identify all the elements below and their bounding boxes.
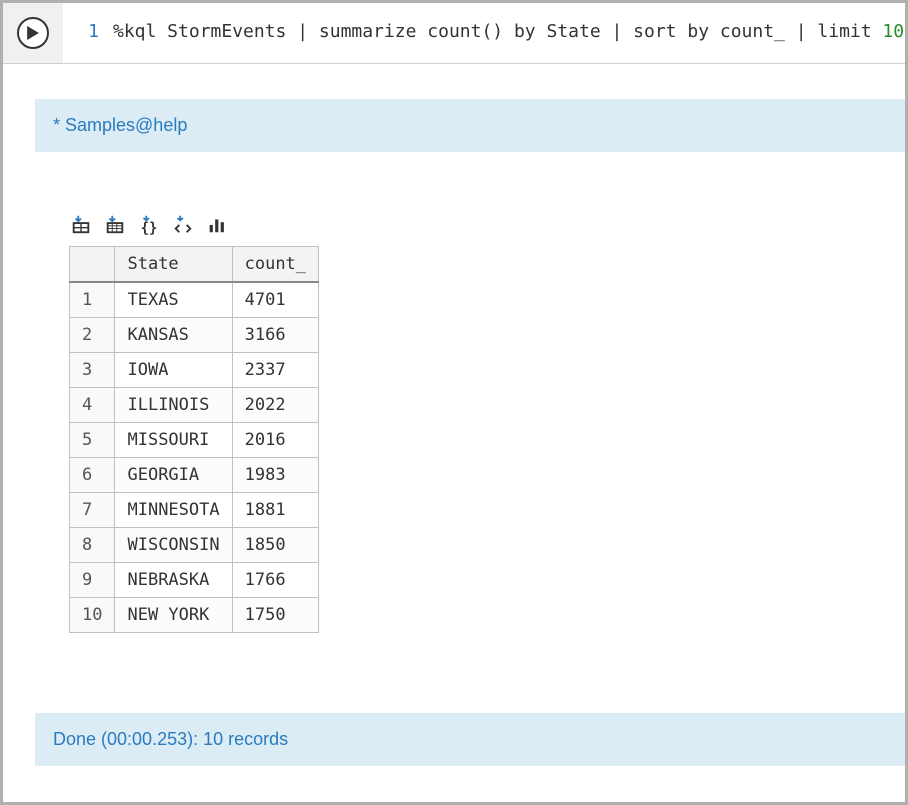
cell: GEORGIA (115, 458, 232, 493)
cell: 2337 (232, 353, 318, 388)
datasource-banner: * Samples@help (35, 99, 905, 152)
row-index: 4 (70, 388, 115, 423)
column-header[interactable]: State (115, 247, 232, 283)
chart-icon[interactable] (205, 212, 229, 236)
export-recordset-icon[interactable] (103, 212, 127, 236)
row-index: 8 (70, 528, 115, 563)
output-area: * Samples@help {} (3, 99, 905, 766)
column-header[interactable]: count_ (232, 247, 318, 283)
row-index: 10 (70, 598, 115, 633)
cell: 1766 (232, 563, 318, 598)
table-row: 3IOWA2337 (70, 353, 319, 388)
table-row: 7MINNESOTA1881 (70, 493, 319, 528)
table-row: 8WISCONSIN1850 (70, 528, 319, 563)
table-row: 4ILLINOIS2022 (70, 388, 319, 423)
cell: TEXAS (115, 282, 232, 318)
svg-text:{}: {} (141, 220, 158, 235)
cell: 1881 (232, 493, 318, 528)
run-button-gutter (3, 3, 63, 63)
cell: 2022 (232, 388, 318, 423)
cell: IOWA (115, 353, 232, 388)
cell: MINNESOTA (115, 493, 232, 528)
cell: 2016 (232, 423, 318, 458)
row-index: 7 (70, 493, 115, 528)
table-row: 9NEBRASKA1766 (70, 563, 319, 598)
row-index: 2 (70, 318, 115, 353)
cell: MISSOURI (115, 423, 232, 458)
cell: NEBRASKA (115, 563, 232, 598)
table-header: Statecount_ (70, 247, 319, 283)
table-row: 10NEW YORK1750 (70, 598, 319, 633)
play-icon (26, 26, 40, 40)
cell: WISCONSIN (115, 528, 232, 563)
cell: KANSAS (115, 318, 232, 353)
row-index: 3 (70, 353, 115, 388)
code-cell: 1 %kql StormEvents | summarize count() b… (3, 3, 905, 64)
result-toolbar: {} (69, 212, 905, 236)
line-number: 1 (63, 21, 113, 42)
table-body: 1TEXAS47012KANSAS31663IOWA23374ILLINOIS2… (70, 282, 319, 633)
export-code-icon[interactable] (171, 212, 195, 236)
code-editor[interactable]: 1 %kql StormEvents | summarize count() b… (63, 3, 905, 60)
cell: 4701 (232, 282, 318, 318)
column-header[interactable] (70, 247, 115, 283)
cell: 3166 (232, 318, 318, 353)
run-button[interactable] (17, 17, 49, 49)
cell: 1850 (232, 528, 318, 563)
status-banner: Done (00:00.253): 10 records (35, 713, 905, 766)
code-line: %kql StormEvents | summarize count() by … (113, 21, 905, 42)
table-row: 2KANSAS3166 (70, 318, 319, 353)
row-index: 5 (70, 423, 115, 458)
table-row: 5MISSOURI2016 (70, 423, 319, 458)
export-dataframe-icon[interactable] (69, 212, 93, 236)
cell: 1750 (232, 598, 318, 633)
table-row: 1TEXAS4701 (70, 282, 319, 318)
table-row: 6GEORGIA1983 (70, 458, 319, 493)
cell: NEW YORK (115, 598, 232, 633)
row-index: 6 (70, 458, 115, 493)
cell: ILLINOIS (115, 388, 232, 423)
row-index: 1 (70, 282, 115, 318)
export-json-icon[interactable]: {} (137, 212, 161, 236)
result-table: Statecount_ 1TEXAS47012KANSAS31663IOWA23… (69, 246, 319, 633)
cell: 1983 (232, 458, 318, 493)
row-index: 9 (70, 563, 115, 598)
